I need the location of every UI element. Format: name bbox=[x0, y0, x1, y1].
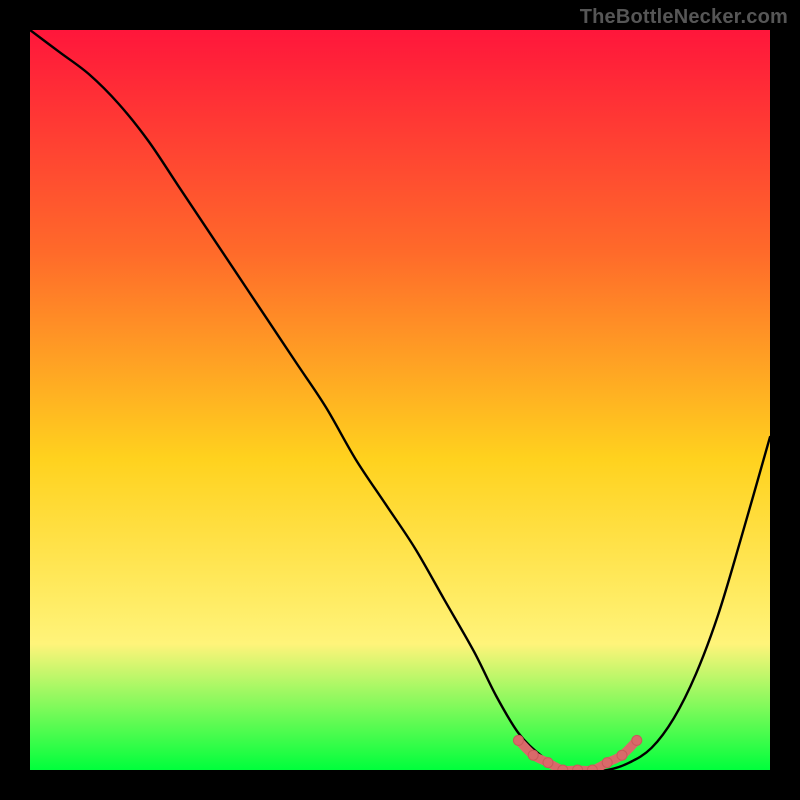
chart-frame: TheBottleNecker.com bbox=[0, 0, 800, 800]
bottleneck-chart bbox=[30, 30, 770, 770]
optimal-point bbox=[528, 750, 538, 760]
plot-area bbox=[30, 30, 770, 770]
optimal-point bbox=[617, 750, 627, 760]
optimal-point bbox=[513, 735, 523, 745]
attribution-label: TheBottleNecker.com bbox=[580, 6, 788, 29]
optimal-point bbox=[543, 758, 553, 768]
optimal-point bbox=[602, 758, 612, 768]
gradient-background bbox=[30, 30, 770, 770]
optimal-point bbox=[632, 735, 642, 745]
